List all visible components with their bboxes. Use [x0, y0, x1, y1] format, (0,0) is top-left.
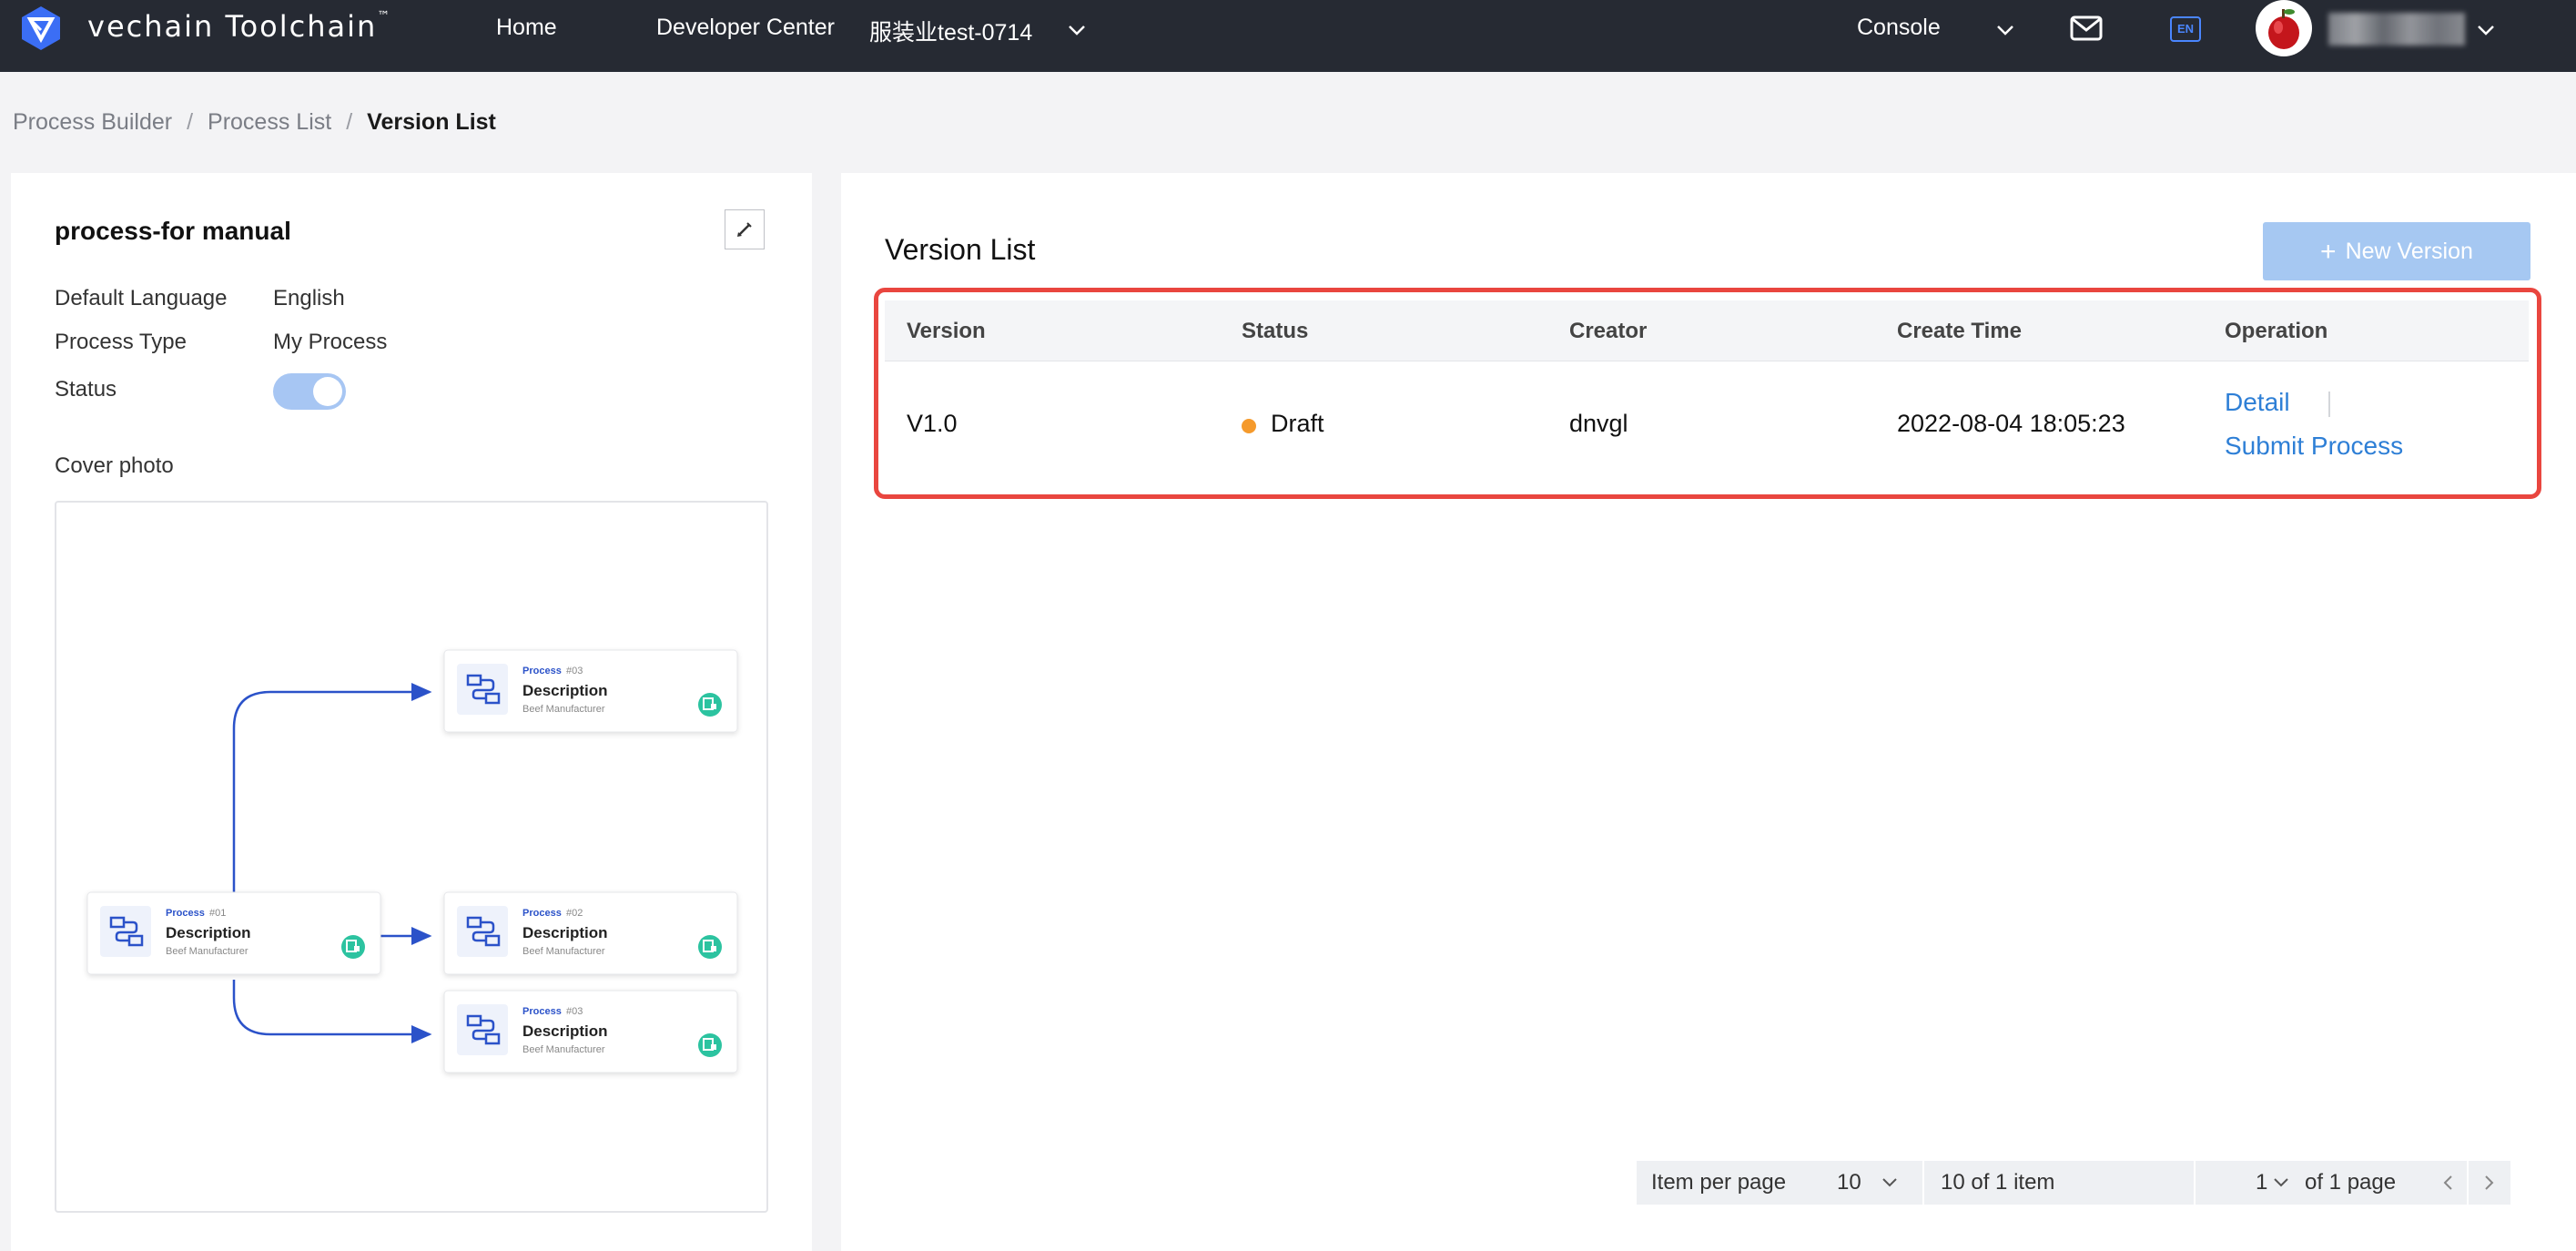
breadcrumb-process-list[interactable]: Process List — [208, 109, 331, 136]
process-flow-diagram: Process #01 Description Beef Manufacture… — [86, 649, 738, 1073]
pagination: Item per page 10 10 of 1 item 1 of 1 pag… — [1637, 1161, 2510, 1205]
node-tag: Process — [522, 908, 562, 919]
item-range-text: 10 of 1 item — [1941, 1170, 2055, 1195]
new-version-label: New Version — [2345, 239, 2473, 264]
version-list-title: Version List — [885, 233, 1036, 266]
language-icon[interactable]: EN — [2170, 16, 2201, 42]
edit-button[interactable] — [725, 209, 765, 249]
node-title: Description — [522, 924, 608, 941]
vechain-logo-icon[interactable] — [18, 5, 64, 50]
node-subtitle: Beef Manufacturer — [522, 704, 605, 715]
node-subtitle: Beef Manufacturer — [522, 946, 605, 957]
pager-divider — [2194, 1161, 2196, 1205]
process-info-panel: process-for manual Default Language Engl… — [11, 173, 812, 1251]
nav-console[interactable]: Console — [1857, 15, 1941, 41]
chevron-down-icon[interactable] — [1993, 18, 2017, 42]
plus-icon: + — [2320, 237, 2337, 267]
chevron-left-icon[interactable] — [2438, 1172, 2459, 1194]
node-subtitle: Beef Manufacturer — [166, 946, 248, 957]
breadcrumb-separator: / — [346, 109, 353, 135]
item-per-page-label: Item per page — [1651, 1170, 1787, 1195]
mail-icon[interactable] — [2070, 15, 2103, 41]
breadcrumb-version-list: Version List — [367, 109, 496, 135]
org-selector[interactable]: 服装业test-0714 — [869, 15, 1032, 47]
version-list-panel: Version List + New Version Version Status… — [841, 173, 2576, 1251]
node-number: #03 — [566, 666, 583, 676]
diagram-node: Process #03 Description Beef Manufacture… — [443, 649, 738, 733]
breadcrumb: Process Builder / Process List / Version Lis… — [13, 109, 496, 136]
node-tag: Process — [166, 908, 205, 919]
brand-name[interactable]: vechain Toolchain™ — [87, 9, 391, 44]
nav-home[interactable]: Home — [496, 15, 557, 41]
cover-photo: Process #01 Description Beef Manufacture… — [55, 501, 768, 1213]
status-toggle[interactable] — [273, 373, 346, 410]
node-title: Description — [166, 924, 251, 941]
diagram-node: Process #02 Description Beef Manufacture… — [443, 891, 738, 975]
node-number: #03 — [566, 1006, 583, 1017]
node-title: Description — [522, 1022, 608, 1040]
chevron-down-icon[interactable] — [1879, 1172, 1901, 1194]
status-label: Status — [55, 377, 117, 402]
top-navigation-bar: vechain Toolchain™ Home Developer Center… — [0, 0, 2576, 72]
pager-divider — [2467, 1161, 2469, 1205]
process-title: process-for manual — [55, 217, 291, 245]
chevron-down-icon[interactable] — [1065, 18, 1089, 42]
chevron-down-icon[interactable] — [2270, 1172, 2292, 1194]
process-type-value: My Process — [273, 330, 388, 354]
pencil-icon — [737, 222, 752, 237]
chevron-right-icon[interactable] — [2478, 1172, 2500, 1194]
node-number: #01 — [209, 908, 226, 919]
nav-developer-center[interactable]: Developer Center — [656, 15, 835, 41]
avatar[interactable] — [2256, 0, 2312, 56]
node-subtitle: Beef Manufacturer — [522, 1044, 605, 1055]
default-language-label: Default Language — [55, 286, 228, 310]
diagram-node: Process #01 Description Beef Manufacture… — [86, 891, 381, 975]
page-count-text: of 1 page — [2305, 1170, 2397, 1195]
cover-photo-label: Cover photo — [55, 453, 174, 478]
node-tag: Process — [522, 1006, 562, 1017]
page-size-select[interactable]: 10 — [1837, 1170, 1861, 1195]
process-type-label: Process Type — [55, 330, 187, 354]
diagram-node: Process #03 Description Beef Manufacture… — [443, 990, 738, 1073]
node-title: Description — [522, 682, 608, 699]
pager-divider — [1922, 1161, 1924, 1205]
node-tag: Process — [522, 666, 562, 676]
current-page-select[interactable]: 1 — [2256, 1170, 2267, 1195]
highlight-annotation — [874, 288, 2541, 499]
new-version-button[interactable]: + New Version — [2263, 222, 2530, 280]
chevron-down-icon[interactable] — [2474, 18, 2498, 42]
default-language-value: English — [273, 286, 345, 310]
breadcrumb-process-builder[interactable]: Process Builder — [13, 109, 172, 136]
username-blurred[interactable] — [2328, 13, 2465, 46]
breadcrumb-separator: / — [187, 109, 194, 135]
toggle-knob — [313, 377, 342, 406]
node-number: #02 — [566, 908, 583, 919]
